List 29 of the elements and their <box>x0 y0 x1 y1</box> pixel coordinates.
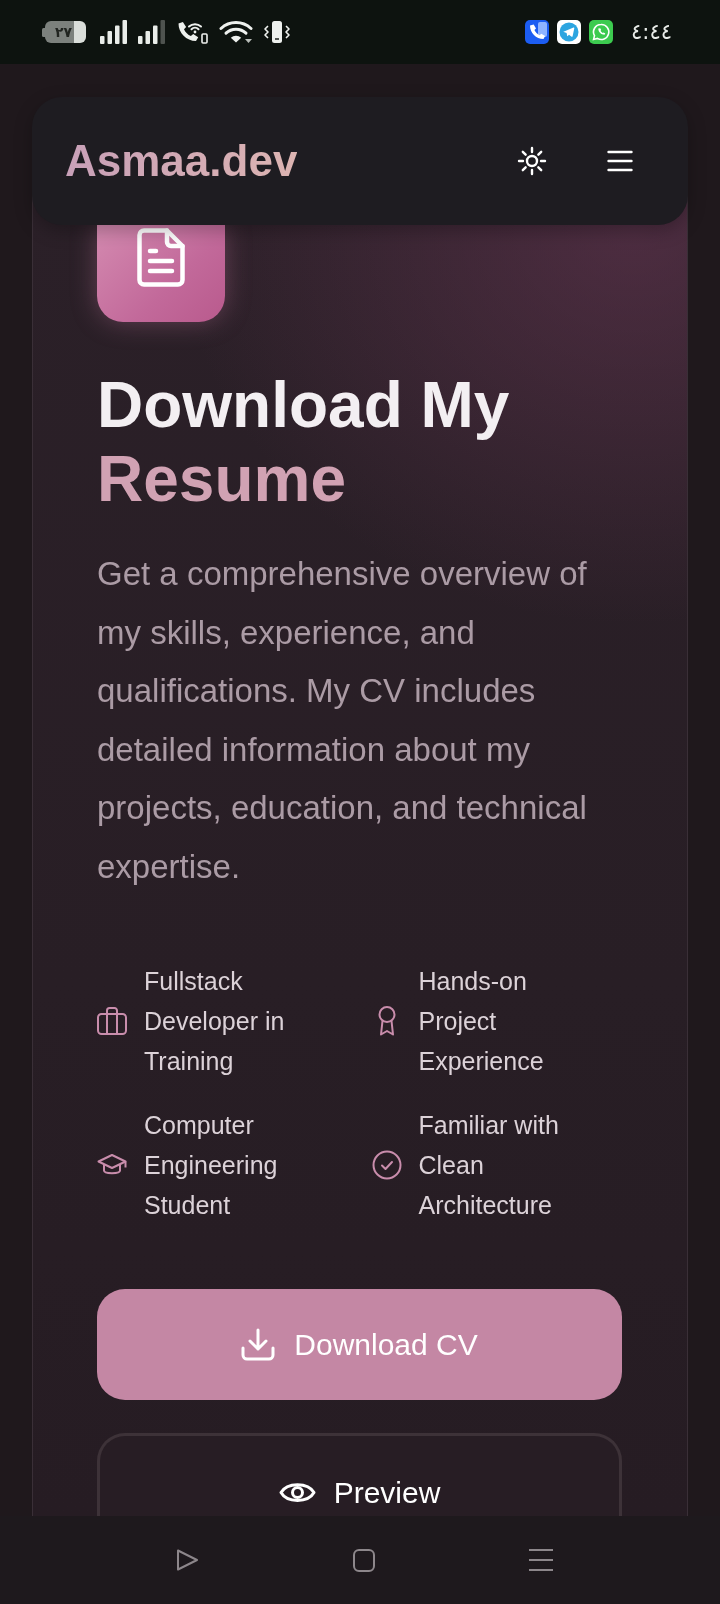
vibrate-icon <box>264 20 290 44</box>
graduation-cap-icon <box>97 1153 127 1177</box>
document-icon <box>97 225 225 322</box>
home-icon[interactable] <box>353 1548 375 1572</box>
preview-button[interactable]: Preview <box>97 1433 622 1516</box>
description-text: Get a comprehensive overview of my skills, experience, and qualifications. My CV includes detailed information about my projects, education, and technical expertise. <box>97 554 588 887</box>
recent-apps-icon[interactable] <box>529 1548 553 1572</box>
menu-icon[interactable] <box>607 150 633 172</box>
signal-icon <box>138 20 165 44</box>
phone-app-icon <box>525 20 550 44</box>
feature-text: Hands-on Project Experience <box>418 966 545 1077</box>
chat-app-icon <box>589 20 614 44</box>
back-icon[interactable] <box>176 1548 199 1572</box>
title-text: Download My <box>97 368 510 442</box>
clock-time: ٤:٤٤ <box>631 20 672 44</box>
feature-text: Computer Engineering Student <box>144 1110 279 1221</box>
signal-icon <box>100 20 127 44</box>
wifi-icon <box>219 20 253 44</box>
feature-text: Fullstack Developer in Training <box>144 966 286 1077</box>
award-icon <box>376 1006 397 1036</box>
download-icon <box>241 1328 276 1361</box>
battery-indicator: ٢٧ <box>42 21 86 43</box>
wifi-calling-icon <box>176 20 208 44</box>
feature-text: Familiar with Clean Architecture <box>418 1110 560 1221</box>
check-circle-icon <box>371 1150 402 1180</box>
title-highlight: Resume <box>97 442 346 516</box>
briefcase-icon <box>97 1007 127 1035</box>
paper-plane-app-icon <box>557 20 582 44</box>
sun-icon[interactable] <box>517 146 547 176</box>
